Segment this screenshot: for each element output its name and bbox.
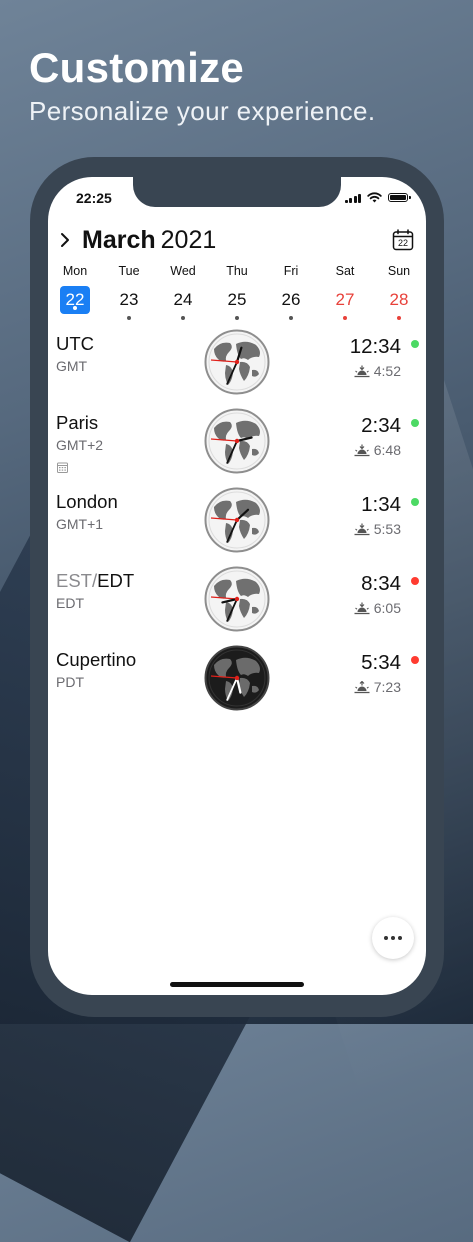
status-time: 22:25	[76, 190, 112, 206]
day-25[interactable]: Thu 25	[210, 264, 264, 320]
globe-clock	[204, 645, 270, 711]
city-name: EST/EDT	[56, 570, 134, 592]
city-name-main: Paris	[56, 412, 99, 433]
globe-clock	[204, 329, 270, 395]
day-number[interactable]: 23	[114, 286, 144, 314]
event-dot	[181, 316, 185, 320]
local-time: 2:34	[361, 414, 401, 437]
city-name-dim: EST/	[56, 570, 98, 591]
chevron-right-icon[interactable]	[58, 231, 72, 249]
sun-time: 6:05	[354, 600, 401, 616]
day-23[interactable]: Tue 23	[102, 264, 156, 320]
wifi-icon	[367, 192, 382, 203]
more-dot-icon	[384, 936, 388, 940]
clock-row[interactable]: UTC GMT 12:34 4:52	[48, 325, 426, 404]
event-dot	[289, 316, 293, 320]
sun-time-value: 5:53	[373, 521, 401, 537]
day-number[interactable]: 27	[330, 286, 360, 314]
sun-time-value: 4:52	[373, 363, 401, 379]
day-of-week: Mon	[62, 264, 88, 278]
day-number[interactable]: 26	[276, 286, 306, 314]
calendar-icon	[57, 462, 68, 473]
cellular-signal-icon	[344, 193, 361, 203]
sun-time: 4:52	[354, 363, 401, 379]
status-indicator	[411, 340, 419, 348]
city-name: Cupertino	[56, 649, 136, 671]
sun-time: 7:23	[354, 679, 401, 695]
subheadline: Personalize your experience.	[29, 96, 376, 126]
day-24[interactable]: Wed 24	[156, 264, 210, 320]
local-time: 12:34	[349, 335, 401, 358]
notch	[133, 177, 341, 207]
month-name[interactable]: March	[82, 226, 156, 255]
globe-clock	[204, 566, 270, 632]
sun-time: 6:48	[354, 442, 401, 458]
day-of-week: Wed	[170, 264, 196, 278]
more-options-button[interactable]	[372, 917, 414, 959]
clock-row[interactable]: Cupertino PDT 5:34 7:23	[48, 641, 426, 720]
city-name-main: Cupertino	[56, 649, 137, 670]
sunset-icon	[354, 444, 370, 456]
clock-list: UTC GMT 12:34 4:52 Paris GMT+2 2:34 6:48 London G…	[48, 325, 426, 720]
day-of-week: Sat	[335, 264, 355, 278]
clock-row[interactable]: London GMT+1 1:34 5:53	[48, 483, 426, 562]
status-indicator	[411, 419, 419, 427]
sunset-icon	[354, 365, 370, 377]
clock-row[interactable]: Paris GMT+2 2:34 6:48	[48, 404, 426, 483]
city-name-main: UTC	[56, 333, 95, 354]
timezone-label: GMT+2	[56, 437, 104, 453]
timezone-label: GMT	[56, 358, 88, 374]
headline: Customize	[29, 44, 245, 91]
city-name: Paris	[56, 412, 98, 434]
month-header: March 2021 22	[58, 225, 414, 255]
event-dot	[127, 316, 131, 320]
globe-clock	[204, 487, 270, 553]
day-26[interactable]: Fri 26	[264, 264, 318, 320]
sun-time: 5:53	[354, 521, 401, 537]
day-22[interactable]: Mon 22	[48, 264, 102, 320]
globe-clock	[204, 408, 270, 474]
sun-time-value: 6:05	[373, 600, 401, 616]
calendar-today-icon[interactable]: 22	[392, 229, 414, 251]
day-27[interactable]: Sat 27	[318, 264, 372, 320]
day-number[interactable]: 24	[168, 286, 198, 314]
status-icons	[344, 192, 411, 203]
sun-time-value: 6:48	[373, 442, 401, 458]
day-28[interactable]: Sun 28	[372, 264, 426, 320]
sun-time-value: 7:23	[373, 679, 401, 695]
local-time: 1:34	[361, 493, 401, 516]
phone-screen: 22:25 March 2021 22 Mon 22 Tue 23 Wed 24 Thu 25…	[48, 177, 426, 995]
event-dot	[343, 316, 347, 320]
timezone-label: PDT	[56, 674, 84, 690]
month-year[interactable]: 2021	[161, 226, 217, 255]
local-time: 8:34	[361, 572, 401, 595]
status-indicator	[411, 498, 419, 506]
timezone-label: EDT	[56, 595, 84, 611]
status-indicator	[411, 656, 419, 664]
day-of-week: Tue	[118, 264, 140, 278]
week-strip: Mon 22 Tue 23 Wed 24 Thu 25 Fri 26 Sat 27 Sun 28	[48, 264, 426, 320]
sunset-icon	[354, 523, 370, 535]
event-dot	[73, 306, 77, 310]
day-of-week: Fri	[283, 264, 299, 278]
clock-row[interactable]: EST/EDT EDT 8:34 6:05	[48, 562, 426, 641]
day-number[interactable]: 28	[384, 286, 414, 314]
timezone-label: GMT+1	[56, 516, 104, 532]
day-of-week: Sun	[387, 264, 411, 278]
sunrise-icon	[354, 680, 370, 693]
status-indicator	[411, 577, 419, 585]
sunset-icon	[354, 602, 370, 614]
city-name: UTC	[56, 333, 94, 355]
battery-icon	[388, 193, 411, 202]
event-dot	[235, 316, 239, 320]
city-name-main: London	[56, 491, 118, 512]
city-name-main: EDT	[97, 570, 135, 591]
local-time: 5:34	[361, 651, 401, 674]
event-dot	[397, 316, 401, 320]
calendar-icon-day: 22	[398, 238, 408, 248]
day-of-week: Thu	[226, 264, 248, 278]
day-number[interactable]: 25	[222, 286, 252, 314]
home-indicator[interactable]	[170, 982, 304, 987]
city-name: London	[56, 491, 118, 513]
